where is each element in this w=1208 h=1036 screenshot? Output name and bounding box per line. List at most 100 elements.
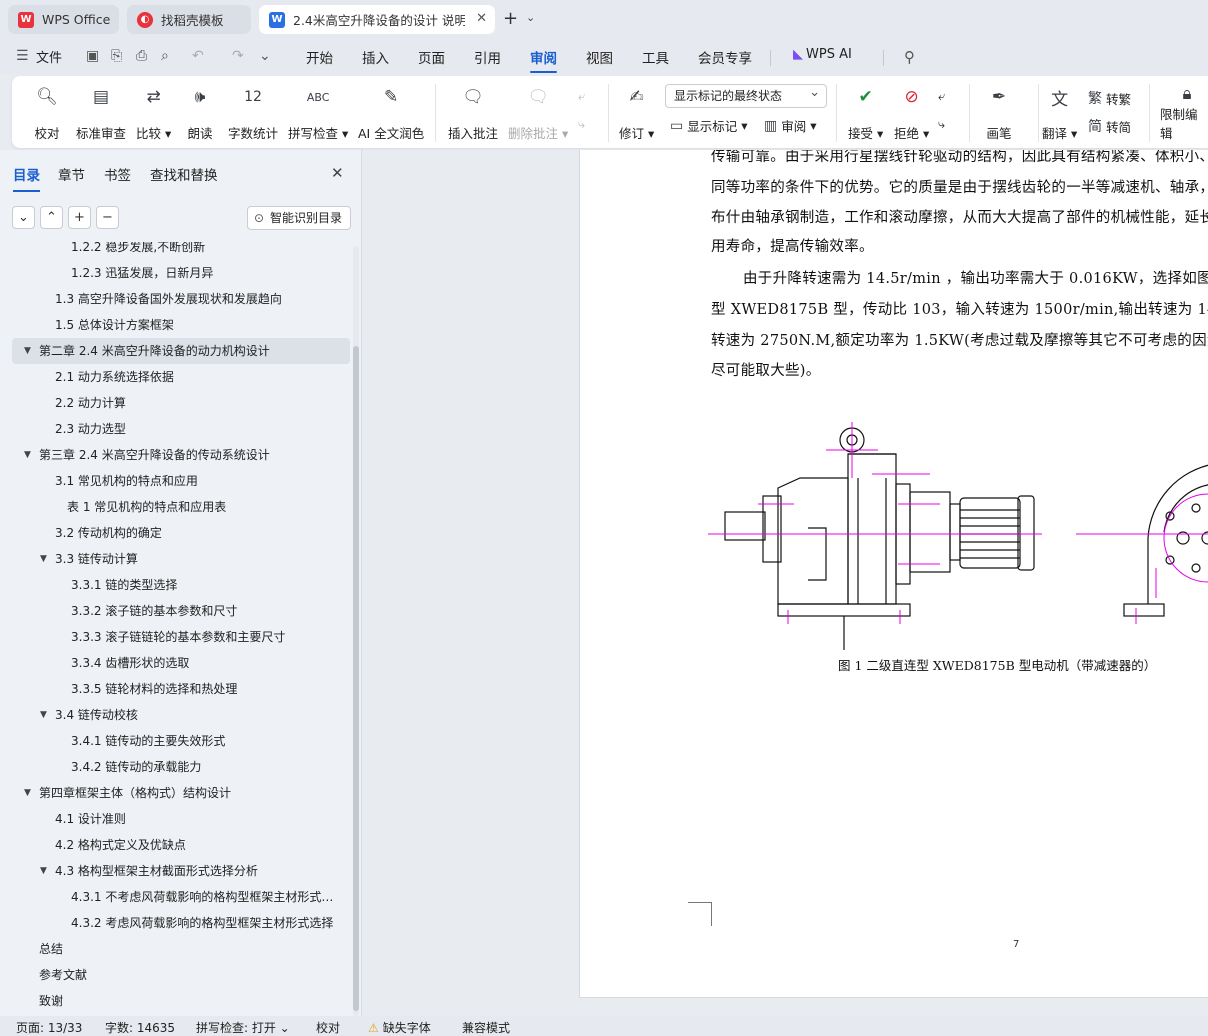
expand-arrow-icon[interactable]: ▼ <box>40 702 47 728</box>
collapse-down-button[interactable]: ⌄ <box>12 206 35 229</box>
reject-button[interactable]: ⊘ 拒绝 ▾ <box>894 84 929 142</box>
toc-item[interactable]: 4.3.2 考虑风荷载影响的格构型框架主材形式选择 <box>12 910 350 936</box>
toc-item[interactable]: 1.3 高空升降设备国外发展现状和发展趋向 <box>12 286 350 312</box>
delete-comment-button[interactable]: 🗨︎ 删除批注 ▾ <box>508 84 568 142</box>
file-menu[interactable]: 文件 <box>36 47 62 66</box>
tab-template[interactable]: ◐ 找稻壳模板 <box>127 5 251 34</box>
toc-item[interactable]: 3.3.2 滚子链的基本参数和尺寸 <box>12 598 350 624</box>
restrict-edit-button[interactable]: 🔒︎ 限制编辑 <box>1160 84 1208 142</box>
export-icon[interactable]: ⎘ <box>111 48 122 64</box>
to-simplified-button[interactable]: 简转简 <box>1088 116 1131 136</box>
toc-item[interactable]: 2.2 动力计算 <box>12 390 350 416</box>
close-icon[interactable]: ✕ <box>476 11 487 26</box>
nav-tab-find-replace[interactable]: 查找和替换 <box>150 164 218 184</box>
toc-item[interactable]: ▼ 第二章 2.4 米高空升降设备的动力机构设计 <box>12 338 350 364</box>
collapse-all-button[interactable]: − <box>96 206 119 229</box>
expand-arrow-icon[interactable]: ▼ <box>40 546 47 572</box>
read-aloud-button[interactable]: 🕪︎ 朗读 <box>187 84 213 142</box>
revise-button[interactable]: ✍︎ 修订 ▾ <box>619 84 654 142</box>
insert-comment-button[interactable]: 🗨︎ 插入批注 <box>448 84 498 142</box>
review-pane-button[interactable]: ▥ 审阅 ▾ <box>764 116 817 135</box>
toc-item[interactable]: 总结 <box>12 936 350 962</box>
ai-proofread-button[interactable]: ✎ AI 全文润色 <box>358 84 424 142</box>
print-preview-icon[interactable]: ⌕ <box>161 48 169 64</box>
next-change-icon[interactable]: ⤷ <box>938 116 945 132</box>
smart-toc-button[interactable]: ⊙ 智能识别目录 <box>247 206 351 230</box>
tab-wps-office[interactable]: W WPS Office <box>8 5 119 34</box>
toc-item[interactable]: 3.3.5 链轮材料的选择和热处理 <box>12 676 350 702</box>
toc-item[interactable]: ▼ 第四章框架主体（格构式）结构设计 <box>12 780 350 806</box>
new-tab-plus-icon[interactable]: + <box>503 8 518 29</box>
toc-item[interactable]: 3.2 传动机构的确定 <box>12 520 350 546</box>
nav-tab-toc[interactable]: 目录 <box>13 164 40 192</box>
toc-scrollbar[interactable] <box>353 246 359 1016</box>
toc-item[interactable]: 参考文献 <box>12 962 350 988</box>
nav-tab-bookmarks[interactable]: 书签 <box>104 164 131 184</box>
prev-comment-icon[interactable]: ⤶ <box>578 88 585 104</box>
toc-item[interactable]: 1.2.3 迅猛发展，日新月异 <box>12 260 350 286</box>
standard-review-button[interactable]: ▤ 标准审查 <box>76 84 126 142</box>
wps-ai-button[interactable]: ◣ WPS AI <box>793 47 852 62</box>
toc-item[interactable]: 4.1 设计准则 <box>12 806 350 832</box>
chevron-down-icon[interactable]: ⌄ <box>526 11 535 24</box>
toc-item[interactable]: 2.1 动力系统选择依据 <box>12 364 350 390</box>
close-icon[interactable]: ✕ <box>331 164 344 182</box>
toc-item[interactable]: ▼ 第三章 2.4 米高空升降设备的传动系统设计 <box>12 442 350 468</box>
menu-tools[interactable]: 工具 <box>642 47 669 67</box>
pen-button[interactable]: ✒ 画笔 <box>986 84 1012 142</box>
toc-item[interactable]: ▼ 3.3 链传动计算 <box>12 546 350 572</box>
toc-item[interactable]: 2.3 动力选型 <box>12 416 350 442</box>
accept-button[interactable]: ✔ 接受 ▾ <box>848 84 883 142</box>
compare-button[interactable]: ⇄ 比较 ▾ <box>136 84 171 142</box>
toc-item[interactable]: ▼ 3.4 链传动校核 <box>12 702 350 728</box>
redo-icon[interactable]: ↷ <box>232 48 244 64</box>
word-count-indicator[interactable]: 字数: 14635 <box>105 1019 175 1036</box>
prev-change-icon[interactable]: ⤶ <box>938 88 945 104</box>
menu-review[interactable]: 审阅 <box>530 47 557 73</box>
to-traditional-button[interactable]: 繁转繁 <box>1088 88 1131 108</box>
expand-all-button[interactable]: + <box>68 206 91 229</box>
missing-font-indicator[interactable]: ⚠ 缺失字体 <box>368 1019 431 1036</box>
toc-item[interactable]: 3.3.3 滚子链链轮的基本参数和主要尺寸 <box>12 624 350 650</box>
search-icon[interactable]: ⚲ <box>904 48 915 66</box>
page-indicator[interactable]: 页面: 13/33 <box>16 1019 82 1036</box>
expand-arrow-icon[interactable]: ▼ <box>24 338 31 364</box>
toc-item[interactable]: 3.1 常见机构的特点和应用 <box>12 468 350 494</box>
menu-insert[interactable]: 插入 <box>362 47 389 67</box>
save-icon[interactable]: ▣ <box>86 48 99 64</box>
menu-start[interactable]: 开始 <box>306 47 333 67</box>
spell-check-button[interactable]: ABC 拼写检查 ▾ <box>288 84 348 142</box>
document-page[interactable]: 传输可靠。由于采用行星摆线针轮驱动的结构，因此具有结构紧凑、体积小、 同等功率的… <box>579 150 1208 998</box>
markup-display-select[interactable]: 显示标记的最终状态 <box>665 82 827 108</box>
show-markup-button[interactable]: ▭ 显示标记 ▾ <box>670 116 748 135</box>
nav-tab-chapters[interactable]: 章节 <box>58 164 85 184</box>
expand-arrow-icon[interactable]: ▼ <box>24 442 31 468</box>
chevron-down-icon[interactable]: ⌄ <box>259 48 271 64</box>
word-count-button[interactable]: 12 字数统计 <box>228 84 278 142</box>
menu-view[interactable]: 视图 <box>586 47 613 67</box>
undo-icon[interactable]: ↶ <box>192 48 204 64</box>
toc-item[interactable]: 3.3.4 齿槽形状的选取 <box>12 650 350 676</box>
collapse-up-button[interactable]: ⌃ <box>40 206 63 229</box>
proofread-button[interactable]: 🔍︎ 校对 <box>34 84 60 142</box>
menu-reference[interactable]: 引用 <box>474 47 501 67</box>
proof-indicator[interactable]: 校对 <box>316 1019 340 1036</box>
toc-item[interactable]: 3.3.1 链的类型选择 <box>12 572 350 598</box>
toc-item[interactable]: 1.2.2 稳步发展,不断创新 <box>12 242 350 260</box>
toc-item[interactable]: 致谢 <box>12 988 350 1014</box>
next-comment-icon[interactable]: ⤷ <box>578 116 585 132</box>
scrollbar-thumb[interactable] <box>353 346 359 1011</box>
menu-page[interactable]: 页面 <box>418 47 445 67</box>
tab-current-document[interactable]: W 2.4米高空升降设备的设计 说明 ✕ <box>259 5 495 34</box>
toc-item[interactable]: 4.3.1 不考虑风荷载影响的格构型框架主材形式选择 <box>12 884 350 910</box>
menu-member[interactable]: 会员专享 <box>698 47 752 67</box>
print-icon[interactable]: ⎙ <box>136 48 147 64</box>
toc-item[interactable]: 3.4.2 链传动的承载能力 <box>12 754 350 780</box>
hamburger-icon[interactable]: ☰ <box>16 48 29 64</box>
expand-arrow-icon[interactable]: ▼ <box>40 858 47 884</box>
toc-item[interactable]: 1.5 总体设计方案框架 <box>12 312 350 338</box>
spell-check-indicator[interactable]: 拼写检查: 打开 ⌄ <box>196 1019 290 1036</box>
expand-arrow-icon[interactable]: ▼ <box>24 780 31 806</box>
toc-item[interactable]: 表 1 常见机构的特点和应用表 <box>12 494 350 520</box>
toc-item[interactable]: ▼ 4.3 格构型框架主材截面形式选择分析 <box>12 858 350 884</box>
